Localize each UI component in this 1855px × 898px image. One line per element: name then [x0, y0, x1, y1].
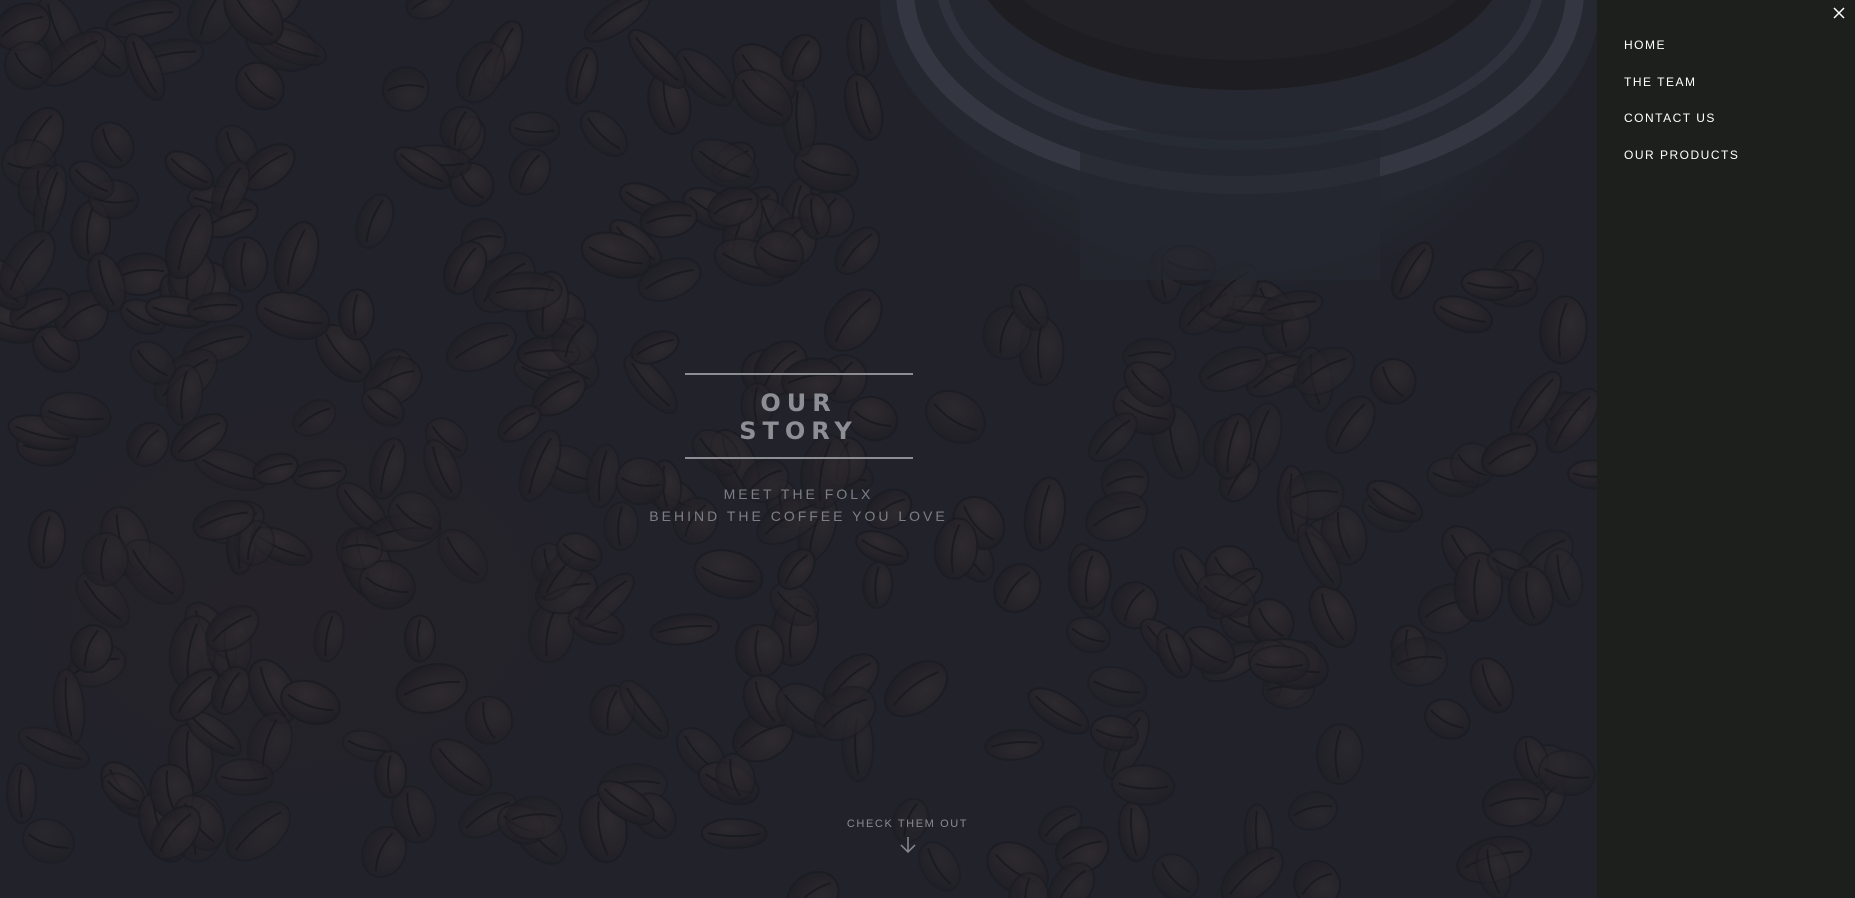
nav-item-contact-us[interactable]: CONTACT US [1624, 110, 1739, 147]
subtitle-line-1: MEET THE FOLX [723, 486, 874, 502]
nav-item-our-products[interactable]: OUR PRODUCTS [1624, 147, 1739, 184]
nav-menu: HOME THE TEAM CONTACT US OUR PRODUCTS [1624, 37, 1739, 183]
title-frame: OUR STORY [684, 373, 913, 459]
nav-item-home[interactable]: HOME [1624, 37, 1739, 74]
nav-item-the-team[interactable]: THE TEAM [1624, 74, 1739, 111]
hero-section: OUR STORY MEET THE FOLX BEHIND THE COFFE… [0, 0, 1597, 898]
side-navigation: HOME THE TEAM CONTACT US OUR PRODUCTS [1597, 0, 1855, 898]
page: OUR STORY MEET THE FOLX BEHIND THE COFFE… [0, 0, 1855, 898]
hero-subtitle: MEET THE FOLX BEHIND THE COFFEE YOU LOVE [0, 483, 1597, 527]
close-icon[interactable] [1831, 5, 1847, 21]
arrow-down-icon[interactable] [899, 836, 916, 859]
page-title: OUR STORY [739, 389, 858, 445]
scroll-cta[interactable]: CHECK THEM OUT [0, 818, 1815, 859]
hero-heading-block: OUR STORY MEET THE FOLX BEHIND THE COFFE… [0, 373, 1597, 527]
subtitle-line-2: BEHIND THE COFFEE YOU LOVE [649, 508, 948, 524]
cta-label[interactable]: CHECK THEM OUT [0, 818, 1815, 830]
